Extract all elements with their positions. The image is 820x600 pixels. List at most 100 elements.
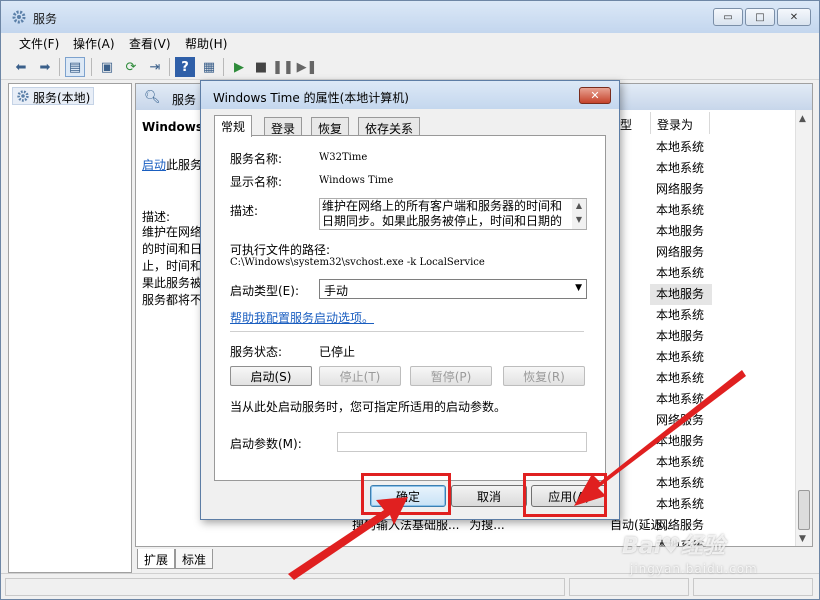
back-arrow-icon[interactable]: ⬅ <box>11 57 31 77</box>
menu-help[interactable]: 帮助(H) <box>185 35 227 52</box>
dialog-title: Windows Time 的属性(本地计算机) <box>213 91 409 105</box>
divider <box>230 331 584 332</box>
selected-service-title: Windows <box>142 120 203 134</box>
tree-item-label: 服务(本地) <box>33 91 91 105</box>
description-scrollbar[interactable]: ▲ ▼ <box>572 199 586 229</box>
properties-icon[interactable]: ▣ <box>97 57 117 77</box>
table-row[interactable]: 网络服务 <box>650 179 712 200</box>
help-icon[interactable]: ? <box>175 57 195 77</box>
menu-file[interactable]: 文件(F) <box>19 35 59 52</box>
table-row[interactable]: 本地系统 <box>650 389 712 410</box>
export-icon[interactable]: ⇥ <box>145 57 165 77</box>
watermark-url: jingyan.baidu.com <box>630 562 758 576</box>
console-tree-icon[interactable]: ▤ <box>65 57 85 77</box>
stop-icon[interactable]: ■ <box>251 57 271 77</box>
column-header-startup-type[interactable]: 型 <box>620 116 632 133</box>
restart-icon[interactable]: ▶❚ <box>297 57 318 77</box>
toolbar: ⬅ ➡ ▤ ▣ ⟳ ⇥ ? ▦ ▶ ■ ❚❚ ▶❚ <box>1 54 819 80</box>
table-row[interactable]: 本地系统 <box>650 452 712 473</box>
table-row[interactable]: 本地系统 <box>650 347 712 368</box>
description-text: 维护在网络 的时间和日 止，时间和 果此服务被 服务都将不 <box>142 224 206 309</box>
menu-view[interactable]: 查看(V) <box>129 35 171 52</box>
tab-standard[interactable]: 标准 <box>175 549 214 569</box>
scroll-up-icon[interactable]: ▲ <box>799 114 806 124</box>
resume-button[interactable]: 恢复(R) <box>503 366 585 386</box>
main-titlebar[interactable]: 服务 ▭ □ ✕ <box>1 1 819 33</box>
table-row[interactable]: 本地服务 <box>650 326 712 347</box>
general-tab-panel: 服务名称: W32Time 显示名称: Windows Time 描述: 维护在… <box>214 135 606 481</box>
startup-help-link[interactable]: 帮助我配置服务启动选项。 <box>230 309 374 326</box>
status-segment <box>5 578 565 596</box>
play-icon[interactable]: ▶ <box>229 57 249 77</box>
table-row-selected[interactable]: 本地服务 <box>650 284 712 305</box>
stop-button[interactable]: 停止(T) <box>319 366 401 386</box>
dialog-close-button[interactable]: ✕ <box>579 87 611 104</box>
refresh-icon[interactable]: ⟳ <box>121 57 141 77</box>
menu-action[interactable]: 操作(A) <box>73 35 115 52</box>
minimize-button[interactable]: ▭ <box>713 8 743 26</box>
service-name-cell: 搜狗输入法基础服... <box>352 518 460 532</box>
description-label: 描述: <box>142 210 171 224</box>
tree-item-services-local[interactable]: 服务(本地) <box>12 87 95 106</box>
display-name-value: Windows Time <box>319 175 394 186</box>
start-params-hint: 当从此处启动服务时，您可指定所适用的启动参数。 <box>230 400 507 414</box>
table-row[interactable]: 本地系统 <box>650 368 712 389</box>
minimize-icon: ▭ <box>723 11 733 23</box>
maximize-button[interactable]: □ <box>745 8 775 26</box>
tab-dependencies[interactable]: 依存关系 <box>358 117 421 136</box>
search-icon: 🔍︎ <box>144 90 161 105</box>
description-line: 维护在网络 <box>142 225 203 239</box>
tab-extended[interactable]: 扩展 <box>137 549 176 569</box>
description-label: 描述: <box>230 204 259 218</box>
view-icon[interactable]: ▦ <box>199 57 219 77</box>
table-row[interactable]: 本地系统 <box>650 473 712 494</box>
toolbar-separator <box>91 58 92 76</box>
start-params-input[interactable] <box>337 432 587 452</box>
vertical-scrollbar[interactable]: ▲ ▼ <box>795 110 812 546</box>
description-line: 止，时间和 <box>142 259 203 273</box>
close-button[interactable]: ✕ <box>777 8 811 26</box>
table-row[interactable]: 本地系统 <box>650 200 712 221</box>
service-status-label: 服务状态: <box>230 345 283 359</box>
start-service-link[interactable]: 启动 <box>142 158 166 172</box>
service-desc-cell: 为搜... <box>469 518 505 532</box>
maximize-icon: □ <box>755 11 765 23</box>
description-box[interactable]: 维护在网络上的所有客户端和服务器的时间和日期同步。如果此服务被停止，时间和日期的… <box>319 198 587 230</box>
tab-general[interactable]: 常规 <box>214 115 253 137</box>
service-name-label: 服务名称: <box>230 152 283 166</box>
forward-arrow-icon[interactable]: ➡ <box>35 57 55 77</box>
console-tree: 服务(本地) <box>8 83 132 573</box>
table-row[interactable]: 本地系统 <box>650 137 712 158</box>
table-row[interactable]: 本地系统 <box>650 305 712 326</box>
toolbar-separator <box>223 58 224 76</box>
startup-type-value: 手动 <box>324 284 349 298</box>
table-row[interactable]: 本地服务 <box>650 431 712 452</box>
startup-type-select[interactable]: 手动 ▼ <box>319 279 587 299</box>
gear-icon <box>16 89 30 106</box>
pause-button[interactable]: 暂停(P) <box>410 366 492 386</box>
tab-recovery[interactable]: 恢复 <box>311 117 350 136</box>
column-header-log-on-as[interactable]: 登录为 <box>650 112 710 134</box>
cancel-button[interactable]: 取消 <box>451 485 527 507</box>
scroll-down-icon[interactable]: ▼ <box>799 534 806 544</box>
log-on-as-column: 本地系统 本地系统 网络服务 本地系统 本地服务 网络服务 本地系统 本地服务 … <box>650 137 712 546</box>
table-row[interactable]: 本地服务 <box>650 221 712 242</box>
startup-type-label: 启动类型(E): <box>230 284 299 298</box>
start-button[interactable]: 启动(S) <box>230 366 312 386</box>
table-row[interactable]: 网络服务 <box>650 410 712 431</box>
table-row[interactable]: 本地系统 <box>650 158 712 179</box>
table-row[interactable]: 网络服务 <box>650 242 712 263</box>
dialog-titlebar[interactable]: Windows Time 的属性(本地计算机) ✕ <box>201 81 619 109</box>
exe-path-label: 可执行文件的路径: <box>230 243 331 257</box>
services-pane-title: 服务 <box>172 93 197 107</box>
table-row[interactable]: 本地系统 <box>650 494 712 515</box>
highlight-ok <box>361 473 451 515</box>
description-value: 维护在网络上的所有客户端和服务器的时间和日期同步。如果此服务被停止，时间和日期的 <box>322 199 563 228</box>
table-row[interactable]: 本地系统 <box>650 263 712 284</box>
tab-log-on[interactable]: 登录 <box>264 117 303 136</box>
start-service-suffix: 此服务 <box>166 158 203 172</box>
window-title: 服务 <box>33 12 58 26</box>
pause-icon[interactable]: ❚❚ <box>272 57 294 77</box>
scrollbar-thumb[interactable] <box>798 490 810 530</box>
display-name-label: 显示名称: <box>230 175 283 189</box>
